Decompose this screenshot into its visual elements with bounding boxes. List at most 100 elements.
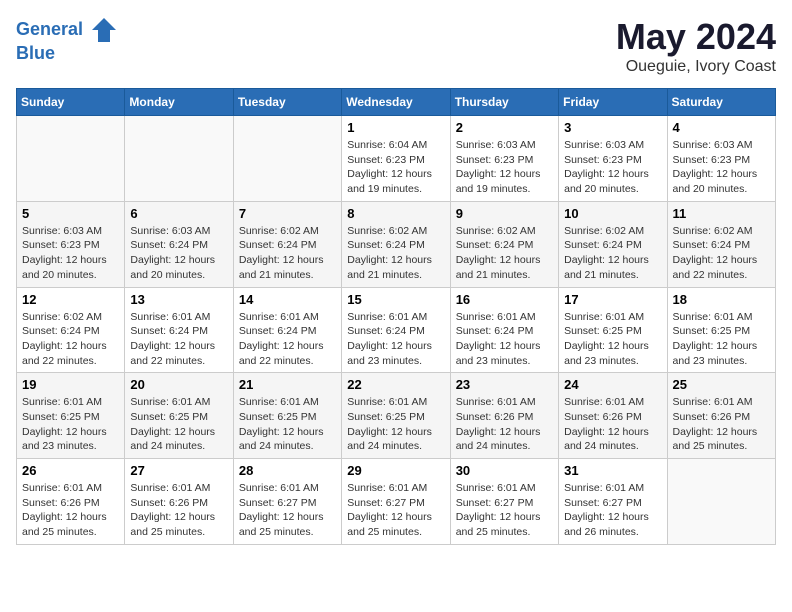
day-info: Sunrise: 6:01 AM Sunset: 6:26 PM Dayligh… (456, 395, 553, 454)
day-number: 8 (347, 206, 444, 221)
logo: General Blue (16, 16, 118, 64)
day-info: Sunrise: 6:03 AM Sunset: 6:23 PM Dayligh… (22, 224, 119, 283)
calendar-cell: 30Sunrise: 6:01 AM Sunset: 6:27 PM Dayli… (450, 459, 558, 545)
calendar-cell: 20 Sunrise: 6:01 AM Sunset: 6:25 PM Dayli… (125, 373, 233, 459)
day-info: Sunrise: 6:01 AM Sunset: 6:26 PM Dayligh… (22, 481, 119, 540)
day-info: Sunrise: 6:01 AM Sunset: 6:27 PM Dayligh… (239, 481, 336, 540)
calendar-cell: 5Sunrise: 6:03 AM Sunset: 6:23 PM Daylig… (17, 201, 125, 287)
day-number: 28 (239, 463, 336, 478)
day-number: 16 (456, 292, 553, 307)
day-info: Sunrise: 6:02 AM Sunset: 6:24 PM Dayligh… (673, 224, 770, 283)
day-info: Sunrise: 6:01 AM Sunset: 6:24 PM Dayligh… (239, 310, 336, 369)
day-number: 10 (564, 206, 661, 221)
day-number: 14 (239, 292, 336, 307)
day-info: Sunrise: 6:03 AM Sunset: 6:23 PM Dayligh… (564, 138, 661, 197)
calendar-table: SundayMondayTuesdayWednesdayThursdayFrid… (16, 88, 776, 545)
day-number: 26 (22, 463, 119, 478)
day-info: Sunrise: 6:01 AM Sunset: 6:24 PM Dayligh… (130, 310, 227, 369)
calendar-cell: 8 Sunrise: 6:02 AM Sunset: 6:24 PM Daylig… (342, 201, 450, 287)
day-info: Sunrise: 6:01 AM Sunset: 6:25 PM Dayligh… (22, 395, 119, 454)
calendar-cell: 25 Sunrise: 6:01 AM Sunset: 6:26 PM Dayli… (667, 373, 775, 459)
day-info: Sunrise: 6:02 AM Sunset: 6:24 PM Dayligh… (564, 224, 661, 283)
calendar-cell: 15 Sunrise: 6:01 AM Sunset: 6:24 PM Dayli… (342, 287, 450, 373)
day-info: Sunrise: 6:01 AM Sunset: 6:26 PM Dayligh… (130, 481, 227, 540)
day-info: Sunrise: 6:01 AM Sunset: 6:26 PM Dayligh… (673, 395, 770, 454)
calendar-cell (233, 116, 341, 202)
calendar-cell: 24 Sunrise: 6:01 AM Sunset: 6:26 PM Dayli… (559, 373, 667, 459)
location: Oueguie, Ivory Coast (616, 58, 776, 76)
day-info: Sunrise: 6:01 AM Sunset: 6:27 PM Dayligh… (564, 481, 661, 540)
day-number: 15 (347, 292, 444, 307)
day-number: 30 (456, 463, 553, 478)
day-info: Sunrise: 6:03 AM Sunset: 6:24 PM Dayligh… (130, 224, 227, 283)
day-number: 9 (456, 206, 553, 221)
page-header: General Blue May 2024 Oueguie, Ivory Coa… (16, 16, 776, 76)
day-number: 21 (239, 377, 336, 392)
calendar-week-row: 19 Sunrise: 6:01 AM Sunset: 6:25 PM Dayli… (17, 373, 776, 459)
calendar-cell: 1 Sunrise: 6:04 AM Sunset: 6:23 PM Daylig… (342, 116, 450, 202)
day-number: 12 (22, 292, 119, 307)
calendar-cell: 7 Sunrise: 6:02 AM Sunset: 6:24 PM Daylig… (233, 201, 341, 287)
day-number: 20 (130, 377, 227, 392)
day-number: 18 (673, 292, 770, 307)
calendar-cell: 23Sunrise: 6:01 AM Sunset: 6:26 PM Dayli… (450, 373, 558, 459)
day-number: 31 (564, 463, 661, 478)
calendar-cell: 6Sunrise: 6:03 AM Sunset: 6:24 PM Daylig… (125, 201, 233, 287)
calendar-cell: 26 Sunrise: 6:01 AM Sunset: 6:26 PM Dayli… (17, 459, 125, 545)
day-number: 24 (564, 377, 661, 392)
day-info: Sunrise: 6:01 AM Sunset: 6:24 PM Dayligh… (347, 310, 444, 369)
calendar-cell: 3 Sunrise: 6:03 AM Sunset: 6:23 PM Daylig… (559, 116, 667, 202)
calendar-cell: 17Sunrise: 6:01 AM Sunset: 6:25 PM Dayli… (559, 287, 667, 373)
day-number: 27 (130, 463, 227, 478)
weekday-header-saturday: Saturday (667, 89, 775, 116)
day-number: 3 (564, 120, 661, 135)
day-info: Sunrise: 6:01 AM Sunset: 6:24 PM Dayligh… (456, 310, 553, 369)
day-info: Sunrise: 6:04 AM Sunset: 6:23 PM Dayligh… (347, 138, 444, 197)
calendar-week-row: 12 Sunrise: 6:02 AM Sunset: 6:24 PM Dayli… (17, 287, 776, 373)
day-number: 25 (673, 377, 770, 392)
calendar-cell: 28 Sunrise: 6:01 AM Sunset: 6:27 PM Dayli… (233, 459, 341, 545)
day-number: 13 (130, 292, 227, 307)
weekday-header-wednesday: Wednesday (342, 89, 450, 116)
calendar-cell: 27 Sunrise: 6:01 AM Sunset: 6:26 PM Dayli… (125, 459, 233, 545)
calendar-week-row: 26 Sunrise: 6:01 AM Sunset: 6:26 PM Dayli… (17, 459, 776, 545)
month-year: May 2024 (616, 16, 776, 58)
calendar-cell (17, 116, 125, 202)
calendar-cell (125, 116, 233, 202)
calendar-cell: 18 Sunrise: 6:01 AM Sunset: 6:25 PM Dayli… (667, 287, 775, 373)
day-info: Sunrise: 6:01 AM Sunset: 6:25 PM Dayligh… (130, 395, 227, 454)
day-number: 1 (347, 120, 444, 135)
day-info: Sunrise: 6:02 AM Sunset: 6:24 PM Dayligh… (456, 224, 553, 283)
day-number: 19 (22, 377, 119, 392)
weekday-header-tuesday: Tuesday (233, 89, 341, 116)
day-number: 2 (456, 120, 553, 135)
day-info: Sunrise: 6:02 AM Sunset: 6:24 PM Dayligh… (239, 224, 336, 283)
logo-text: General Blue (16, 16, 118, 64)
calendar-cell: 11 Sunrise: 6:02 AM Sunset: 6:24 PM Dayli… (667, 201, 775, 287)
logo-blue: Blue (16, 43, 55, 63)
day-info: Sunrise: 6:01 AM Sunset: 6:27 PM Dayligh… (347, 481, 444, 540)
calendar-cell: 22Sunrise: 6:01 AM Sunset: 6:25 PM Dayli… (342, 373, 450, 459)
calendar-cell: 2 Sunrise: 6:03 AM Sunset: 6:23 PM Daylig… (450, 116, 558, 202)
calendar-cell: 16 Sunrise: 6:01 AM Sunset: 6:24 PM Dayli… (450, 287, 558, 373)
weekday-header-thursday: Thursday (450, 89, 558, 116)
day-number: 11 (673, 206, 770, 221)
calendar-cell: 21Sunrise: 6:01 AM Sunset: 6:25 PM Dayli… (233, 373, 341, 459)
day-number: 7 (239, 206, 336, 221)
day-info: Sunrise: 6:02 AM Sunset: 6:24 PM Dayligh… (347, 224, 444, 283)
day-info: Sunrise: 6:01 AM Sunset: 6:26 PM Dayligh… (564, 395, 661, 454)
day-info: Sunrise: 6:03 AM Sunset: 6:23 PM Dayligh… (456, 138, 553, 197)
day-number: 29 (347, 463, 444, 478)
weekday-header-sunday: Sunday (17, 89, 125, 116)
calendar-cell (667, 459, 775, 545)
calendar-header-row: SundayMondayTuesdayWednesdayThursdayFrid… (17, 89, 776, 116)
day-info: Sunrise: 6:01 AM Sunset: 6:25 PM Dayligh… (673, 310, 770, 369)
calendar-cell: 31 Sunrise: 6:01 AM Sunset: 6:27 PM Dayli… (559, 459, 667, 545)
calendar-week-row: 5Sunrise: 6:03 AM Sunset: 6:23 PM Daylig… (17, 201, 776, 287)
calendar-cell: 4Sunrise: 6:03 AM Sunset: 6:23 PM Daylig… (667, 116, 775, 202)
calendar-cell: 13 Sunrise: 6:01 AM Sunset: 6:24 PM Dayli… (125, 287, 233, 373)
day-info: Sunrise: 6:02 AM Sunset: 6:24 PM Dayligh… (22, 310, 119, 369)
logo-icon (90, 16, 118, 44)
calendar-week-row: 1 Sunrise: 6:04 AM Sunset: 6:23 PM Daylig… (17, 116, 776, 202)
logo-general: General (16, 19, 83, 39)
